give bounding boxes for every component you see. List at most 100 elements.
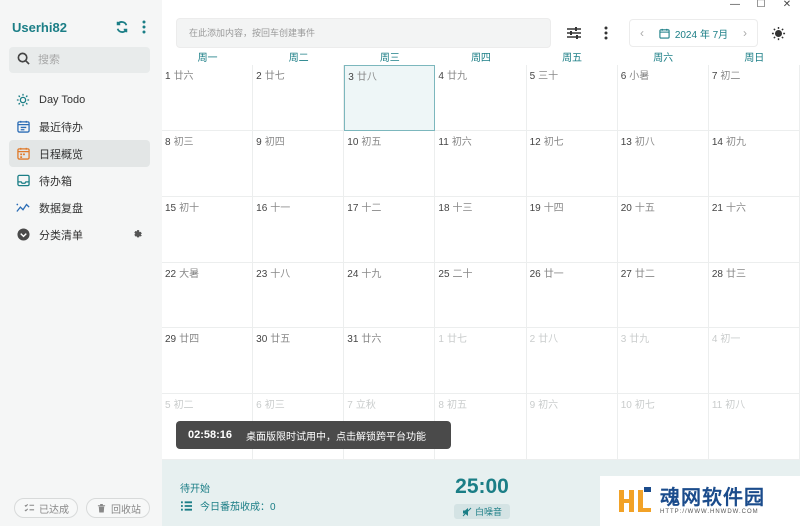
calendar-day-cell[interactable]: 18 十三	[435, 196, 527, 263]
lunar-date: 初九	[725, 136, 746, 148]
sidebar-item-day-todo[interactable]: Day Todo	[9, 86, 150, 113]
day-number: 10	[620, 400, 632, 412]
lunar-date: 廿二	[634, 268, 655, 280]
calendar-day-cell[interactable]: 24 十九	[344, 262, 436, 329]
day-number: 17	[347, 202, 359, 214]
minimize-icon[interactable]: —	[722, 0, 748, 10]
day-number: 6	[620, 71, 627, 82]
lunar-date: 十一	[270, 202, 291, 214]
calendar-day-cell[interactable]: 16 十一	[253, 196, 345, 263]
calendar-day-cell[interactable]: 14 初九	[708, 130, 800, 197]
calendar-day-cell[interactable]: 1 廿七	[435, 328, 527, 395]
calendar-day-cell[interactable]: 21 十六	[708, 196, 800, 263]
sidebar-item-review[interactable]: 数据复盘	[9, 194, 150, 221]
lunar-date: 初七	[543, 136, 564, 148]
sync-icon[interactable]	[114, 19, 130, 35]
more-vertical-icon[interactable]	[597, 24, 615, 42]
calendar-day-cell[interactable]: 20 十五	[617, 196, 709, 263]
lunar-date: 廿九	[629, 334, 650, 346]
chart-line-icon	[15, 200, 31, 216]
calendar-day-cell[interactable]: 19 十四	[526, 196, 618, 263]
lunar-date: 廿四	[179, 334, 200, 346]
trial-toast[interactable]: 02:58:16 桌面版限时试用中，点击解锁跨平台功能	[176, 421, 451, 449]
maximize-icon[interactable]: ☐	[748, 0, 774, 10]
calendar-day-cell[interactable]: 2 廿八	[526, 328, 618, 395]
watermark-title: 魂网软件园	[660, 487, 765, 509]
day-number: 22	[165, 268, 177, 280]
sidebar-item-label: 待办箱	[39, 175, 72, 188]
day-number: 2	[529, 334, 536, 346]
lunar-date: 十三	[452, 202, 473, 214]
weekday-header: 周一 周二 周三 周四 周五 周六 周日	[162, 52, 800, 65]
calendar-day-cell[interactable]: 9 初四	[253, 130, 345, 197]
calendar-day-cell[interactable]: 1 廿六	[162, 65, 254, 131]
pomodoro-timer[interactable]: 25:00	[454, 475, 510, 499]
calendar-day-cell[interactable]: 22 大暑	[162, 262, 254, 329]
calendar-day-cell-today[interactable]: 3 廿八	[344, 65, 436, 131]
calendar-day-cell[interactable]: 27 廿二	[617, 262, 709, 329]
calendar-day-cell[interactable]: 25 二十	[435, 262, 527, 329]
lunar-date: 小暑	[629, 71, 650, 82]
calendar-day-cell[interactable]: 11 初八	[708, 394, 800, 460]
sidebar-search[interactable]	[9, 47, 150, 73]
calendar-day-cell[interactable]: 11 初六	[435, 130, 527, 197]
sidebar-item-categories[interactable]: 分类清单	[9, 221, 150, 248]
calendar-day-cell[interactable]: 26 廿一	[526, 262, 618, 329]
calendar-day-cell[interactable]: 17 十二	[344, 196, 436, 263]
chevron-right-icon[interactable]: ›	[739, 26, 751, 40]
white-noise-button[interactable]: 白噪音	[454, 504, 510, 519]
chevron-left-icon[interactable]: ‹	[636, 26, 648, 40]
calendar-day-cell[interactable]: 15 初十	[162, 196, 254, 263]
lunar-date: 廿六	[173, 71, 194, 82]
day-number: 5	[165, 400, 171, 412]
lunar-date: 十二	[361, 202, 382, 214]
calendar-day-cell[interactable]: 30 廿五	[253, 328, 345, 395]
calendar-day-cell[interactable]: 10 初七	[617, 394, 709, 460]
lunar-date: 三十	[538, 71, 559, 82]
calendar-day-cell[interactable]: 29 廿四	[162, 328, 254, 395]
add-event-input[interactable]	[176, 18, 551, 48]
weekday-label: 周三	[379, 53, 400, 64]
calendar-day-cell[interactable]: 12 初七	[526, 130, 618, 197]
calendar-grid-icon	[15, 146, 31, 162]
calendar-day-cell[interactable]: 4 廿九	[435, 65, 527, 131]
calendar-day-cell[interactable]: 13 初八	[617, 130, 709, 197]
search-input[interactable]	[38, 54, 138, 66]
close-icon[interactable]: ✕	[774, 0, 800, 10]
sidebar-item-schedule[interactable]: 日程概览	[9, 140, 150, 167]
day-number: 1	[438, 334, 444, 346]
sun-icon[interactable]	[769, 24, 787, 42]
sidebar-nav: Day Todo 最近待办 日程概览 待办箱 数据复盘 分类清单	[9, 86, 150, 248]
sidebar-item-inbox[interactable]: 待办箱	[9, 167, 150, 194]
calendar-day-cell[interactable]: 31 廿六	[344, 328, 436, 395]
done-button[interactable]: 已达成	[14, 498, 78, 518]
calendar-day-cell[interactable]: 4 初一	[708, 328, 800, 395]
calendar-day-cell[interactable]: 2 廿七	[253, 65, 345, 131]
gear-icon[interactable]	[130, 228, 144, 242]
calendar-day-cell[interactable]: 3 廿九	[617, 328, 709, 395]
lunar-date: 十八	[270, 268, 291, 280]
sidebar-item-label: 日程概览	[39, 148, 83, 161]
calendar-day-cell[interactable]: 10 初五	[344, 130, 436, 197]
lunar-date: 廿三	[725, 268, 746, 280]
sidebar-item-label: 分类清单	[39, 229, 83, 242]
calendar-day-cell[interactable]: 5 三十	[526, 65, 618, 131]
sliders-icon[interactable]	[565, 24, 583, 42]
trash-button[interactable]: 回收站	[86, 498, 150, 518]
lunar-date: 立秋	[355, 400, 376, 412]
lunar-date: 廿一	[543, 268, 564, 280]
lunar-date: 初五	[446, 400, 467, 412]
sidebar-item-recent[interactable]: 最近待办	[9, 113, 150, 140]
month-selector: ‹ 2024 年 7月 ›	[629, 19, 758, 47]
lunar-date: 初四	[264, 136, 285, 148]
calendar-day-cell[interactable]: 8 初三	[162, 130, 254, 197]
calendar-day-cell[interactable]: 23 十八	[253, 262, 345, 329]
username[interactable]: Userhi82	[12, 20, 108, 35]
calendar-day-cell[interactable]: 28 廿三	[708, 262, 800, 329]
calendar-day-cell[interactable]: 6 小暑	[617, 65, 709, 131]
calendar-day-cell[interactable]: 7 初二	[708, 65, 800, 131]
calendar-day-cell[interactable]: 9 初六	[526, 394, 618, 460]
lunar-date: 二十	[452, 268, 473, 280]
more-vertical-icon[interactable]	[136, 19, 152, 35]
month-picker[interactable]: 2024 年 7月	[659, 26, 728, 41]
